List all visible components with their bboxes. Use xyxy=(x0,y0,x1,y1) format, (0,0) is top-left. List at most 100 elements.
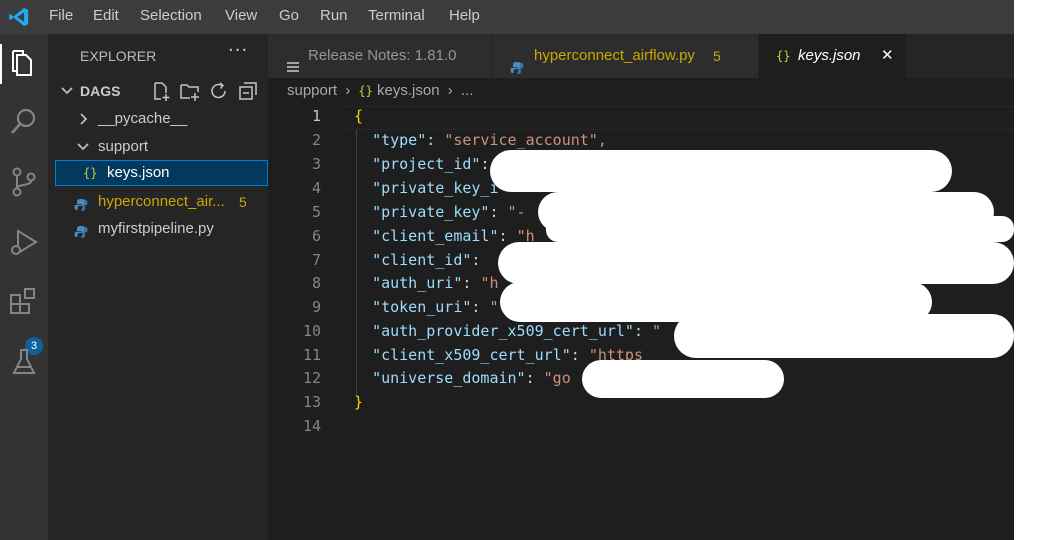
json-file-icon: {} xyxy=(83,166,98,180)
menu-view[interactable]: View xyxy=(225,0,257,34)
code-line: "client_id": xyxy=(372,251,481,269)
tab-release-notes[interactable]: Release Notes: 1.81.0 xyxy=(268,34,492,78)
json-key: "project_id" xyxy=(372,155,481,173)
json-key: "client_id" xyxy=(372,251,472,269)
collapse-all-icon[interactable] xyxy=(237,80,259,102)
json-key: "private_key_i xyxy=(372,179,499,197)
open-brace: { xyxy=(354,107,364,125)
code-line: "universe_domain": "go xyxy=(372,369,571,387)
json-key: "client_email" xyxy=(372,227,499,245)
new-file-icon[interactable] xyxy=(150,80,172,102)
line-number: 14 xyxy=(302,417,321,435)
json-key: "auth_uri" xyxy=(372,274,463,292)
line-number: 5 xyxy=(311,203,321,221)
tab-hyperconnect[interactable]: hyperconnect_airflow.py 5 xyxy=(493,34,758,78)
tab-label: hyperconnect_airflow.py xyxy=(534,47,695,64)
explorer-icon[interactable] xyxy=(6,46,42,82)
testing-icon[interactable] xyxy=(6,344,42,380)
breadcrumb-separator: › xyxy=(345,82,351,99)
json-value: "go xyxy=(543,369,571,387)
json-key: "token_uri" xyxy=(372,298,472,316)
line-number: 10 xyxy=(302,322,321,340)
line-number: 2 xyxy=(311,131,321,149)
redaction-mark xyxy=(490,150,952,192)
source-control-icon[interactable] xyxy=(6,164,42,200)
line-number: 4 xyxy=(311,179,321,197)
code-line: "client_email": "h xyxy=(372,227,535,245)
json-file-icon: {} xyxy=(776,49,791,63)
tree-item-label: myfirstpipeline.py xyxy=(98,220,214,237)
menubar: File Edit Selection View Go Run Terminal… xyxy=(0,0,1014,34)
editor-tabs: Release Notes: 1.81.0 hyperconnect_airfl… xyxy=(268,34,1014,78)
active-indicator xyxy=(0,44,2,84)
json-value: "h xyxy=(480,274,499,292)
menu-help[interactable]: Help xyxy=(449,0,480,34)
json-value: "- xyxy=(507,203,526,221)
refresh-icon[interactable] xyxy=(208,80,230,102)
redaction-mark xyxy=(674,314,1014,358)
tree-item-label: hyperconnect_air... xyxy=(98,193,225,210)
menu-file[interactable]: File xyxy=(49,0,73,34)
code-line: "token_uri": " xyxy=(372,298,499,316)
extensions-icon[interactable] xyxy=(6,284,42,320)
code-line: "private_key_i xyxy=(354,179,499,197)
json-value: " xyxy=(652,322,662,340)
code-line: "auth_uri": "h xyxy=(372,274,499,292)
tab-problem-badge: 5 xyxy=(713,48,721,64)
breadcrumb-more[interactable]: ... xyxy=(461,82,474,99)
json-key: "private_key" xyxy=(372,203,490,221)
explorer-sidebar: EXPLORER ··· DAGS __pycache__ support {}… xyxy=(48,34,268,540)
new-folder-icon[interactable] xyxy=(179,80,201,102)
json-key: "universe_domain" xyxy=(372,369,526,387)
chevron-down-icon xyxy=(76,134,92,160)
tree-item-hyperconnect[interactable]: hyperconnect_air... 5 xyxy=(48,189,268,215)
python-file-icon xyxy=(74,195,88,211)
line-number: 8 xyxy=(311,274,321,292)
explorer-actions xyxy=(150,80,266,102)
line-number: 9 xyxy=(311,298,321,316)
line-number: 1 xyxy=(311,107,321,125)
folder-name: DAGS xyxy=(80,83,121,99)
breadcrumb-file[interactable]: keys.json xyxy=(377,82,440,99)
code-line: } xyxy=(354,393,363,411)
tree-item-pycache[interactable]: __pycache__ xyxy=(48,106,268,132)
json-key: "type" xyxy=(372,131,427,149)
run-debug-icon[interactable] xyxy=(6,224,42,260)
line-number: 11 xyxy=(302,346,321,364)
explorer-title: EXPLORER xyxy=(80,48,157,64)
tree-item-myfirstpipeline[interactable]: myfirstpipeline.py xyxy=(48,216,268,242)
json-value: " xyxy=(489,298,499,316)
code-line: "project_id": xyxy=(372,155,490,173)
json-value: "service_account", xyxy=(444,131,607,149)
code-line: "private_key": "- xyxy=(372,203,526,221)
preview-icon xyxy=(286,49,300,72)
breadcrumb-folder[interactable]: support xyxy=(287,82,337,99)
menu-edit[interactable]: Edit xyxy=(93,0,119,34)
python-file-icon xyxy=(510,49,524,74)
line-number: 3 xyxy=(311,155,321,173)
tree-item-label: __pycache__ xyxy=(98,110,188,127)
close-icon[interactable]: ✕ xyxy=(881,34,894,78)
problem-count-badge: 5 xyxy=(239,194,247,210)
redaction-mark xyxy=(546,216,1014,242)
menu-run[interactable]: Run xyxy=(320,0,348,34)
tree-item-support[interactable]: support xyxy=(48,134,268,160)
vscode-logo-icon xyxy=(9,7,29,27)
code-line: "type": "service_account", xyxy=(372,131,607,149)
json-file-icon: {} xyxy=(358,84,373,98)
vscode-window: File Edit Selection View Go Run Terminal… xyxy=(0,0,1014,540)
code-editor[interactable]: 1 2 3 4 5 6 7 8 9 10 11 12 13 14 { "type… xyxy=(268,104,1014,540)
explorer-more-button[interactable]: ··· xyxy=(228,40,248,61)
code-line: "auth_provider_x509_cert_url": " xyxy=(372,322,662,340)
menu-terminal[interactable]: Terminal xyxy=(368,0,425,34)
menu-go[interactable]: Go xyxy=(279,0,299,34)
line-number: 13 xyxy=(302,393,321,411)
current-line-highlight xyxy=(344,106,1014,130)
tab-label: keys.json xyxy=(798,47,861,64)
breadcrumb: support › {} keys.json › ... xyxy=(287,80,473,102)
tree-item-keys-json[interactable]: {} keys.json xyxy=(55,160,268,186)
search-icon[interactable] xyxy=(6,104,42,140)
close-brace: } xyxy=(354,393,364,411)
tab-keys-json[interactable]: {} keys.json ✕ xyxy=(759,34,906,78)
menu-selection[interactable]: Selection xyxy=(140,0,202,34)
